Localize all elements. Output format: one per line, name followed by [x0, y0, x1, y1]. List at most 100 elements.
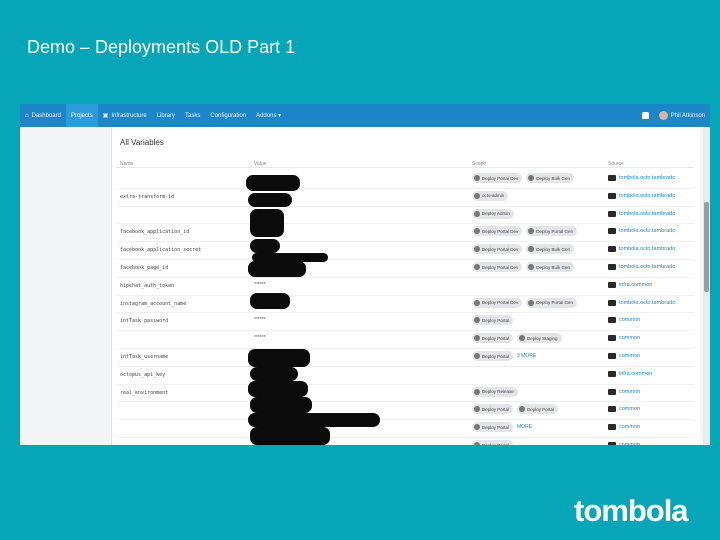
scope-chip-label: Deploy Portal — [482, 442, 510, 446]
scrollbar[interactable] — [703, 127, 710, 445]
scope-chip[interactable]: Deploy Portal Gen — [526, 297, 578, 308]
scope-chip[interactable]: Deploy Portal Gen — [526, 226, 578, 237]
scope-chip[interactable]: Deploy Bulk Gen — [526, 244, 575, 255]
variable-name[interactable]: intTask password — [120, 318, 168, 324]
table-row[interactable]: Deploy Admin tombola.octo.tambrado — [116, 206, 694, 225]
variable-name[interactable]: octopus_api_key — [120, 372, 165, 378]
source-link[interactable]: infra.common — [619, 371, 652, 377]
scope-chip[interactable]: Deploy Admin — [472, 208, 514, 219]
scope-chip[interactable]: Deploy Portal Dev — [472, 297, 523, 308]
variable-name[interactable]: facebook application secret — [120, 247, 201, 253]
variable-name[interactable]: real_environment — [120, 390, 168, 396]
table-row[interactable]: ****** Deploy Portal Deploy Staging common — [116, 330, 694, 349]
variable-source: tombola.octo.tambrado — [608, 246, 675, 253]
bell-icon — [641, 112, 649, 119]
variable-source: common — [608, 424, 640, 431]
redaction-mark — [248, 349, 310, 367]
scope-list: Deploy Portal Dev Deploy Portal Gen — [472, 226, 578, 237]
source-link[interactable]: tombola.octo.tambrado — [619, 300, 675, 306]
scope-chip[interactable]: Deploy Staging — [517, 333, 562, 344]
variable-name[interactable]: extra-transform-id — [120, 194, 174, 200]
octopus-screenshot: ⌂ Dashboard Projects ▣ Infrastructure Libr… — [20, 104, 710, 445]
scope-chip[interactable]: Deploy Portal — [472, 315, 514, 326]
source-link[interactable]: common — [619, 424, 640, 430]
table-row[interactable]: intTask password ****** Deploy Portal commo… — [116, 312, 694, 332]
notifications-button[interactable] — [637, 104, 654, 127]
source-link[interactable]: common — [619, 335, 640, 341]
table-row[interactable]: facebook application secret Deploy Portal… — [116, 241, 694, 260]
scope-chip[interactable]: Deploy Portal Dev — [472, 173, 523, 183]
scope-type-icon — [474, 264, 480, 270]
variable-source: common — [608, 406, 640, 413]
scope-chip[interactable]: Deploy Portal — [472, 351, 514, 361]
nav-infrastructure[interactable]: ▣ Infrastructure — [98, 104, 152, 127]
table-row[interactable]: Deploy Portal common — [116, 437, 694, 445]
source-link[interactable]: common — [619, 353, 640, 359]
user-menu[interactable]: Phil Atkinson — [654, 104, 710, 127]
scope-chip-label: Deploy Portal — [482, 406, 510, 412]
source-link[interactable]: common — [619, 442, 640, 445]
library-icon — [608, 353, 616, 359]
scope-chip[interactable]: Deploy Portal Dev — [472, 262, 523, 272]
source-link[interactable]: tombola.octo.tambrado — [619, 228, 675, 234]
source-link[interactable]: tombola.octo.tambrado — [619, 264, 675, 270]
scope-chip[interactable]: Deploy Bulk Gen — [526, 173, 575, 183]
scope-chip[interactable]: Deploy Portal — [472, 333, 514, 344]
scope-list: Deploy Portal Dev Deploy Bulk Gen — [472, 262, 575, 272]
source-link[interactable]: tombola.octo.tambrado — [619, 193, 675, 199]
more-scopes-link[interactable]: 3 MORE — [517, 353, 536, 359]
header-divider — [116, 167, 694, 168]
server-icon — [608, 210, 616, 217]
variable-name[interactable]: instagram_account_name — [120, 301, 186, 307]
table-row[interactable]: Deploy Portal Dev Deploy Bulk Gen tombola.… — [116, 170, 694, 189]
scope-chip-label: Deploy Portal Dev — [482, 246, 519, 252]
redaction-mark — [250, 293, 290, 309]
redaction-mark — [246, 175, 300, 191]
table-row[interactable]: facebook_page_id Deploy Portal Dev Deploy … — [116, 259, 694, 278]
variable-name[interactable]: facebook_application_id — [120, 229, 189, 235]
nav-addons[interactable]: Addons ▾ — [251, 104, 286, 127]
source-link[interactable]: common — [619, 389, 640, 395]
more-scopes-link[interactable]: MORE — [517, 424, 532, 430]
variable-name[interactable]: hipchat_auth_token — [120, 283, 174, 289]
source-link[interactable]: infra.common — [619, 282, 652, 288]
scope-type-icon — [528, 228, 535, 235]
redaction-mark — [248, 193, 292, 207]
scrollbar-thumb[interactable] — [704, 202, 709, 292]
table-row[interactable]: real_environment Deploy Release common — [116, 384, 694, 403]
table-row[interactable]: extra-transform-id octo-admin tombola.octo… — [116, 188, 694, 207]
server-icon — [608, 246, 616, 253]
table-row[interactable]: instagram_account_name Deploy Portal Dev D… — [116, 295, 694, 314]
variable-value: ****** — [254, 281, 266, 288]
table-row[interactable]: hipchat_auth_token ****** infra.common — [116, 277, 694, 296]
variable-name[interactable]: intTask_username — [120, 354, 168, 360]
nav-library[interactable]: Library — [152, 104, 180, 127]
scope-chip[interactable]: Deploy Portal Dev — [472, 226, 523, 237]
nav-tasks[interactable]: Tasks — [180, 104, 205, 127]
source-link[interactable]: common — [619, 317, 640, 323]
source-link[interactable]: common — [619, 406, 640, 412]
scope-chip[interactable]: Deploy Portal — [472, 404, 514, 415]
scope-chip[interactable]: octo-admin — [472, 190, 509, 201]
table-row[interactable]: Deploy Portal Deploy Portal common — [116, 401, 694, 421]
table-row[interactable]: Deploy Portal MORE common — [116, 419, 694, 438]
source-link[interactable]: tombola.octo.tambrado — [619, 211, 675, 217]
scope-chip[interactable]: Deploy Portal — [472, 440, 514, 446]
table-row[interactable]: octopus_api_key infra.common — [116, 366, 694, 385]
scope-chip[interactable]: Deploy Portal — [517, 404, 559, 415]
variable-name[interactable]: facebook_page_id — [120, 265, 168, 271]
scope-chip-label: Deploy Portal Dev — [482, 228, 519, 234]
nav-configuration[interactable]: Configuration — [205, 104, 251, 127]
scope-chip[interactable]: Deploy Portal — [472, 422, 514, 433]
nav-projects[interactable]: Projects — [65, 104, 98, 127]
scope-chip[interactable]: Deploy Release — [472, 386, 518, 397]
scope-chip[interactable]: Deploy Bulk Gen — [526, 262, 575, 272]
nav-dashboard[interactable]: ⌂ Dashboard — [20, 104, 66, 127]
scope-type-icon — [474, 317, 480, 324]
source-link[interactable]: tombola.octo.tambrado — [619, 246, 675, 252]
source-link[interactable]: tombola.octo.tambrado — [619, 175, 675, 181]
table-row[interactable]: intTask_username Deploy Portal 3 MORE commo… — [116, 348, 694, 367]
table-row[interactable]: facebook_application_id Deploy Portal Dev… — [116, 223, 694, 243]
redaction-mark — [250, 209, 284, 237]
scope-chip[interactable]: Deploy Portal Dev — [472, 244, 523, 255]
